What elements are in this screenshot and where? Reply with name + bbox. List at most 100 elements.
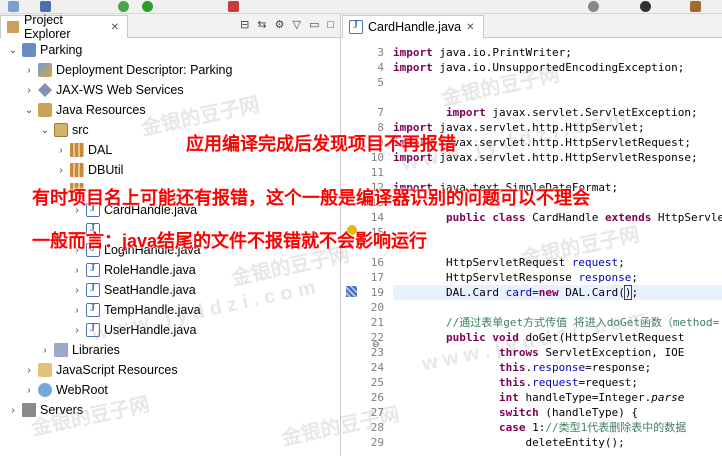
- chevron-right-icon[interactable]: ›: [24, 365, 34, 376]
- link-with-editor-icon[interactable]: ⇆: [257, 18, 266, 31]
- line-number: 4: [377, 61, 384, 74]
- chevron-right-icon[interactable]: ›: [72, 265, 82, 276]
- line-number: 21: [370, 316, 384, 329]
- libraries-icon: [54, 343, 68, 357]
- code-line[interactable]: HttpServletResponse response;: [393, 270, 722, 285]
- code-line[interactable]: import java.io.PrintWriter;: [393, 45, 722, 60]
- code-line[interactable]: deleteEntity();: [393, 435, 722, 450]
- java-resources-icon: [38, 103, 52, 117]
- package-icon: [70, 163, 84, 177]
- java-file-icon: [86, 303, 100, 317]
- webroot-icon: [38, 383, 52, 397]
- tree-item-label: JAX-WS Web Services: [56, 83, 184, 97]
- line-number: 5: [377, 76, 384, 89]
- code-line[interactable]: case 1://类型1代表删除表中的数据: [393, 420, 722, 435]
- minimize-icon[interactable]: ▭: [309, 18, 319, 31]
- tree-item-label: SeatHandle.java: [104, 283, 196, 297]
- editor-tabbar: CardHandle.java ✕: [342, 14, 722, 38]
- chevron-right-icon[interactable]: ›: [72, 305, 82, 316]
- tree-item-label: JavaScript Resources: [56, 363, 178, 377]
- tree-item[interactable]: ⌄ Java Resources: [24, 100, 146, 120]
- perspective-icon[interactable]: [640, 1, 651, 12]
- java-file-icon: [86, 283, 100, 297]
- project-explorer-tabbar: Project Explorer ✕ ⊟ ⇆ ⚙ ▽ ▭ □: [0, 13, 340, 41]
- tree-item[interactable]: › JavaScript Resources: [24, 360, 178, 380]
- editor-tab-label: CardHandle.java: [368, 20, 462, 34]
- current-line-marker-icon: [346, 286, 357, 297]
- tree-item-label: src: [72, 123, 89, 137]
- code-line[interactable]: int handleType=Integer.parse: [393, 390, 722, 405]
- annotation-line-3: 一般而言：java结尾的文件不报错就不会影响运行: [32, 231, 428, 251]
- tree-item[interactable]: ⌄ Parking: [8, 40, 82, 60]
- annotation-line-1: 应用编译完成后发现项目不再报错: [186, 134, 456, 154]
- collapse-all-icon[interactable]: ⊟: [240, 18, 249, 31]
- line-number: 7: [377, 106, 384, 119]
- tree-item[interactable]: ⌄ src: [40, 120, 89, 140]
- package-icon: [70, 143, 84, 157]
- tree-item[interactable]: › JAX-WS Web Services: [24, 80, 184, 100]
- tree-item-label: Java Resources: [56, 103, 146, 117]
- chevron-down-icon[interactable]: ⌄: [24, 105, 34, 116]
- tree-item-label: Deployment Descriptor: Parking: [56, 63, 233, 77]
- line-number: 29: [370, 436, 384, 449]
- save-icon[interactable]: [40, 1, 51, 12]
- tree-item[interactable]: › RoleHandle.java: [72, 260, 196, 280]
- chevron-down-icon[interactable]: ⌄: [40, 125, 50, 136]
- line-number: 22: [370, 331, 384, 344]
- tree-item[interactable]: › DAL: [56, 140, 112, 160]
- line-number: 25: [370, 376, 384, 389]
- run-icon[interactable]: [142, 1, 153, 12]
- code-line[interactable]: public class CardHandle extends HttpServ…: [393, 210, 722, 225]
- close-icon[interactable]: ✕: [466, 22, 474, 33]
- code-line[interactable]: import javax.servlet.ServletException;: [393, 105, 722, 120]
- tree-item-label: RoleHandle.java: [104, 263, 196, 277]
- tab-cardhandle-java[interactable]: CardHandle.java ✕: [342, 15, 484, 38]
- new-icon[interactable]: [8, 1, 19, 12]
- chevron-right-icon[interactable]: ›: [8, 405, 18, 416]
- tree-item-label: WebRoot: [56, 383, 108, 397]
- debug-icon[interactable]: [118, 1, 129, 12]
- chevron-right-icon[interactable]: ›: [24, 85, 34, 96]
- javascript-resources-icon: [38, 363, 52, 377]
- line-number: 20: [370, 301, 384, 314]
- project-icon: [22, 43, 36, 57]
- project-explorer-icon: [7, 21, 19, 33]
- chevron-right-icon[interactable]: ›: [56, 165, 66, 176]
- stop-icon[interactable]: [228, 1, 239, 12]
- line-number: 17: [370, 271, 384, 284]
- code-line[interactable]: DAL.Card card=new DAL.Card();: [393, 285, 722, 300]
- filter-icon[interactable]: ⚙: [275, 18, 285, 31]
- close-icon[interactable]: ✕: [111, 22, 119, 33]
- tree-item[interactable]: › SeatHandle.java: [72, 280, 196, 300]
- tree-item-label: Parking: [40, 43, 83, 57]
- settings-icon[interactable]: [690, 1, 701, 12]
- maximize-icon[interactable]: □: [327, 19, 334, 31]
- tree-item[interactable]: › DBUtil: [56, 160, 123, 180]
- tree-item-label: DBUtil: [88, 163, 124, 177]
- chevron-down-icon[interactable]: ⌄: [8, 45, 18, 56]
- code-line[interactable]: switch (handleType) {: [393, 405, 722, 420]
- code-line[interactable]: [393, 300, 722, 315]
- line-number: 19: [370, 286, 384, 299]
- view-menu-icon[interactable]: ▽: [292, 18, 300, 31]
- line-number: 16: [370, 256, 384, 269]
- chevron-right-icon[interactable]: ›: [24, 65, 34, 76]
- chevron-right-icon[interactable]: ›: [56, 145, 66, 156]
- tree-item[interactable]: › WebRoot: [24, 380, 108, 400]
- main-toolbar: [0, 0, 722, 14]
- tree-item[interactable]: › Deployment Descriptor: Parking: [24, 60, 232, 80]
- code-line[interactable]: this.request=request;: [393, 375, 722, 390]
- tab-project-explorer[interactable]: Project Explorer ✕: [0, 13, 128, 41]
- chevron-right-icon[interactable]: ›: [72, 285, 82, 296]
- web-services-icon: [38, 83, 52, 97]
- chevron-right-icon[interactable]: ›: [40, 345, 50, 356]
- search-icon[interactable]: [588, 1, 599, 12]
- chevron-right-icon[interactable]: ›: [24, 385, 34, 396]
- java-file-icon: [349, 20, 363, 34]
- java-file-icon: [86, 263, 100, 277]
- line-number: 24: [370, 361, 384, 374]
- annotation-line-2: 有时项目名上可能还有报错，这个一般是编译器识别的问题可以不理会: [32, 188, 590, 208]
- chevron-right-icon[interactable]: ›: [72, 325, 82, 336]
- tree-item-label: DAL: [88, 143, 113, 157]
- deployment-descriptor-icon: [38, 63, 52, 77]
